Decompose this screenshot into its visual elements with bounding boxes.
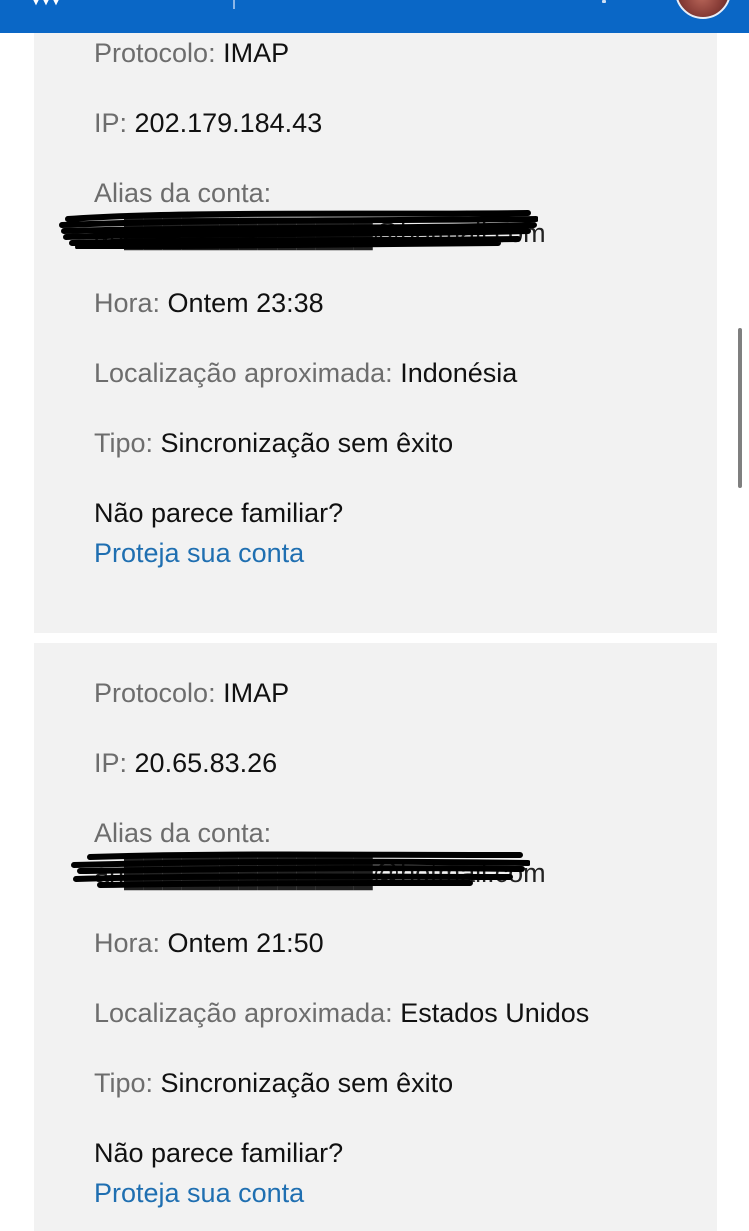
protocol-value: IMAP bbox=[223, 38, 290, 68]
type-row: Tipo: Sincronização sem êxito bbox=[94, 1066, 453, 1100]
location-label: Localização aproximada: bbox=[94, 998, 393, 1028]
app-logo-icon bbox=[33, 0, 59, 6]
type-value: Sincronização sem êxito bbox=[160, 428, 454, 458]
ip-row: IP: 202.179.184.43 bbox=[94, 106, 322, 140]
location-value: Indonésia bbox=[400, 358, 518, 388]
protect-account-link[interactable]: Proteja sua conta bbox=[94, 536, 304, 570]
location-value: Estados Unidos bbox=[400, 998, 590, 1028]
time-value: Ontem 21:50 bbox=[167, 928, 324, 958]
time-row: Hora: Ontem 23:38 bbox=[94, 286, 324, 320]
ip-row: IP: 20.65.83.26 bbox=[94, 746, 277, 780]
avatar[interactable] bbox=[675, 0, 731, 19]
header-divider bbox=[233, 0, 235, 9]
protocol-value: IMAP bbox=[223, 678, 290, 708]
redaction-scribble bbox=[71, 851, 530, 888]
ip-label: IP: bbox=[94, 108, 128, 138]
type-label: Tipo: bbox=[94, 1068, 154, 1098]
alias-label-row: Alias da conta: bbox=[94, 816, 271, 850]
protocol-label: Protocolo: bbox=[94, 38, 216, 68]
time-value: Ontem 23:38 bbox=[167, 288, 324, 318]
location-label: Localização aproximada: bbox=[94, 358, 393, 388]
protocol-row: Protocolo: IMAP bbox=[94, 36, 289, 70]
sign-in-activity-card: Protocolo: IMAP IP: 202.179.184.43 Alias… bbox=[34, 33, 717, 633]
top-app-bar bbox=[0, 0, 749, 33]
protect-account-link[interactable]: Proteja sua conta bbox=[94, 1176, 304, 1210]
alias-label-row: Alias da conta: bbox=[94, 176, 271, 210]
time-label: Hora: bbox=[94, 288, 161, 318]
location-row: Localização aproximada: Indonésia bbox=[94, 356, 517, 390]
type-label: Tipo: bbox=[94, 428, 154, 458]
unfamiliar-question: Não parece familiar? bbox=[94, 498, 344, 528]
protocol-row: Protocolo: IMAP bbox=[94, 676, 289, 710]
sign-in-activity-card: Protocolo: IMAP IP: 20.65.83.26 Alias da… bbox=[34, 643, 717, 1231]
scrollbar[interactable] bbox=[738, 328, 742, 488]
redaction-scribble bbox=[59, 210, 538, 249]
time-label: Hora: bbox=[94, 928, 161, 958]
location-row: Localização aproximada: Estados Unidos bbox=[94, 996, 589, 1030]
ip-value: 20.65.83.26 bbox=[134, 748, 278, 778]
ip-value: 202.179.184.43 bbox=[134, 108, 323, 138]
time-row: Hora: Ontem 21:50 bbox=[94, 926, 324, 960]
header-indicator-icon bbox=[602, 0, 606, 3]
alias-label: Alias da conta: bbox=[94, 818, 272, 848]
type-row: Tipo: Sincronização sem êxito bbox=[94, 426, 453, 460]
ip-label: IP: bbox=[94, 748, 128, 778]
protocol-label: Protocolo: bbox=[94, 678, 216, 708]
unfamiliar-question: Não parece familiar? bbox=[94, 1138, 344, 1168]
alias-label: Alias da conta: bbox=[94, 178, 272, 208]
type-value: Sincronização sem êxito bbox=[160, 1068, 454, 1098]
